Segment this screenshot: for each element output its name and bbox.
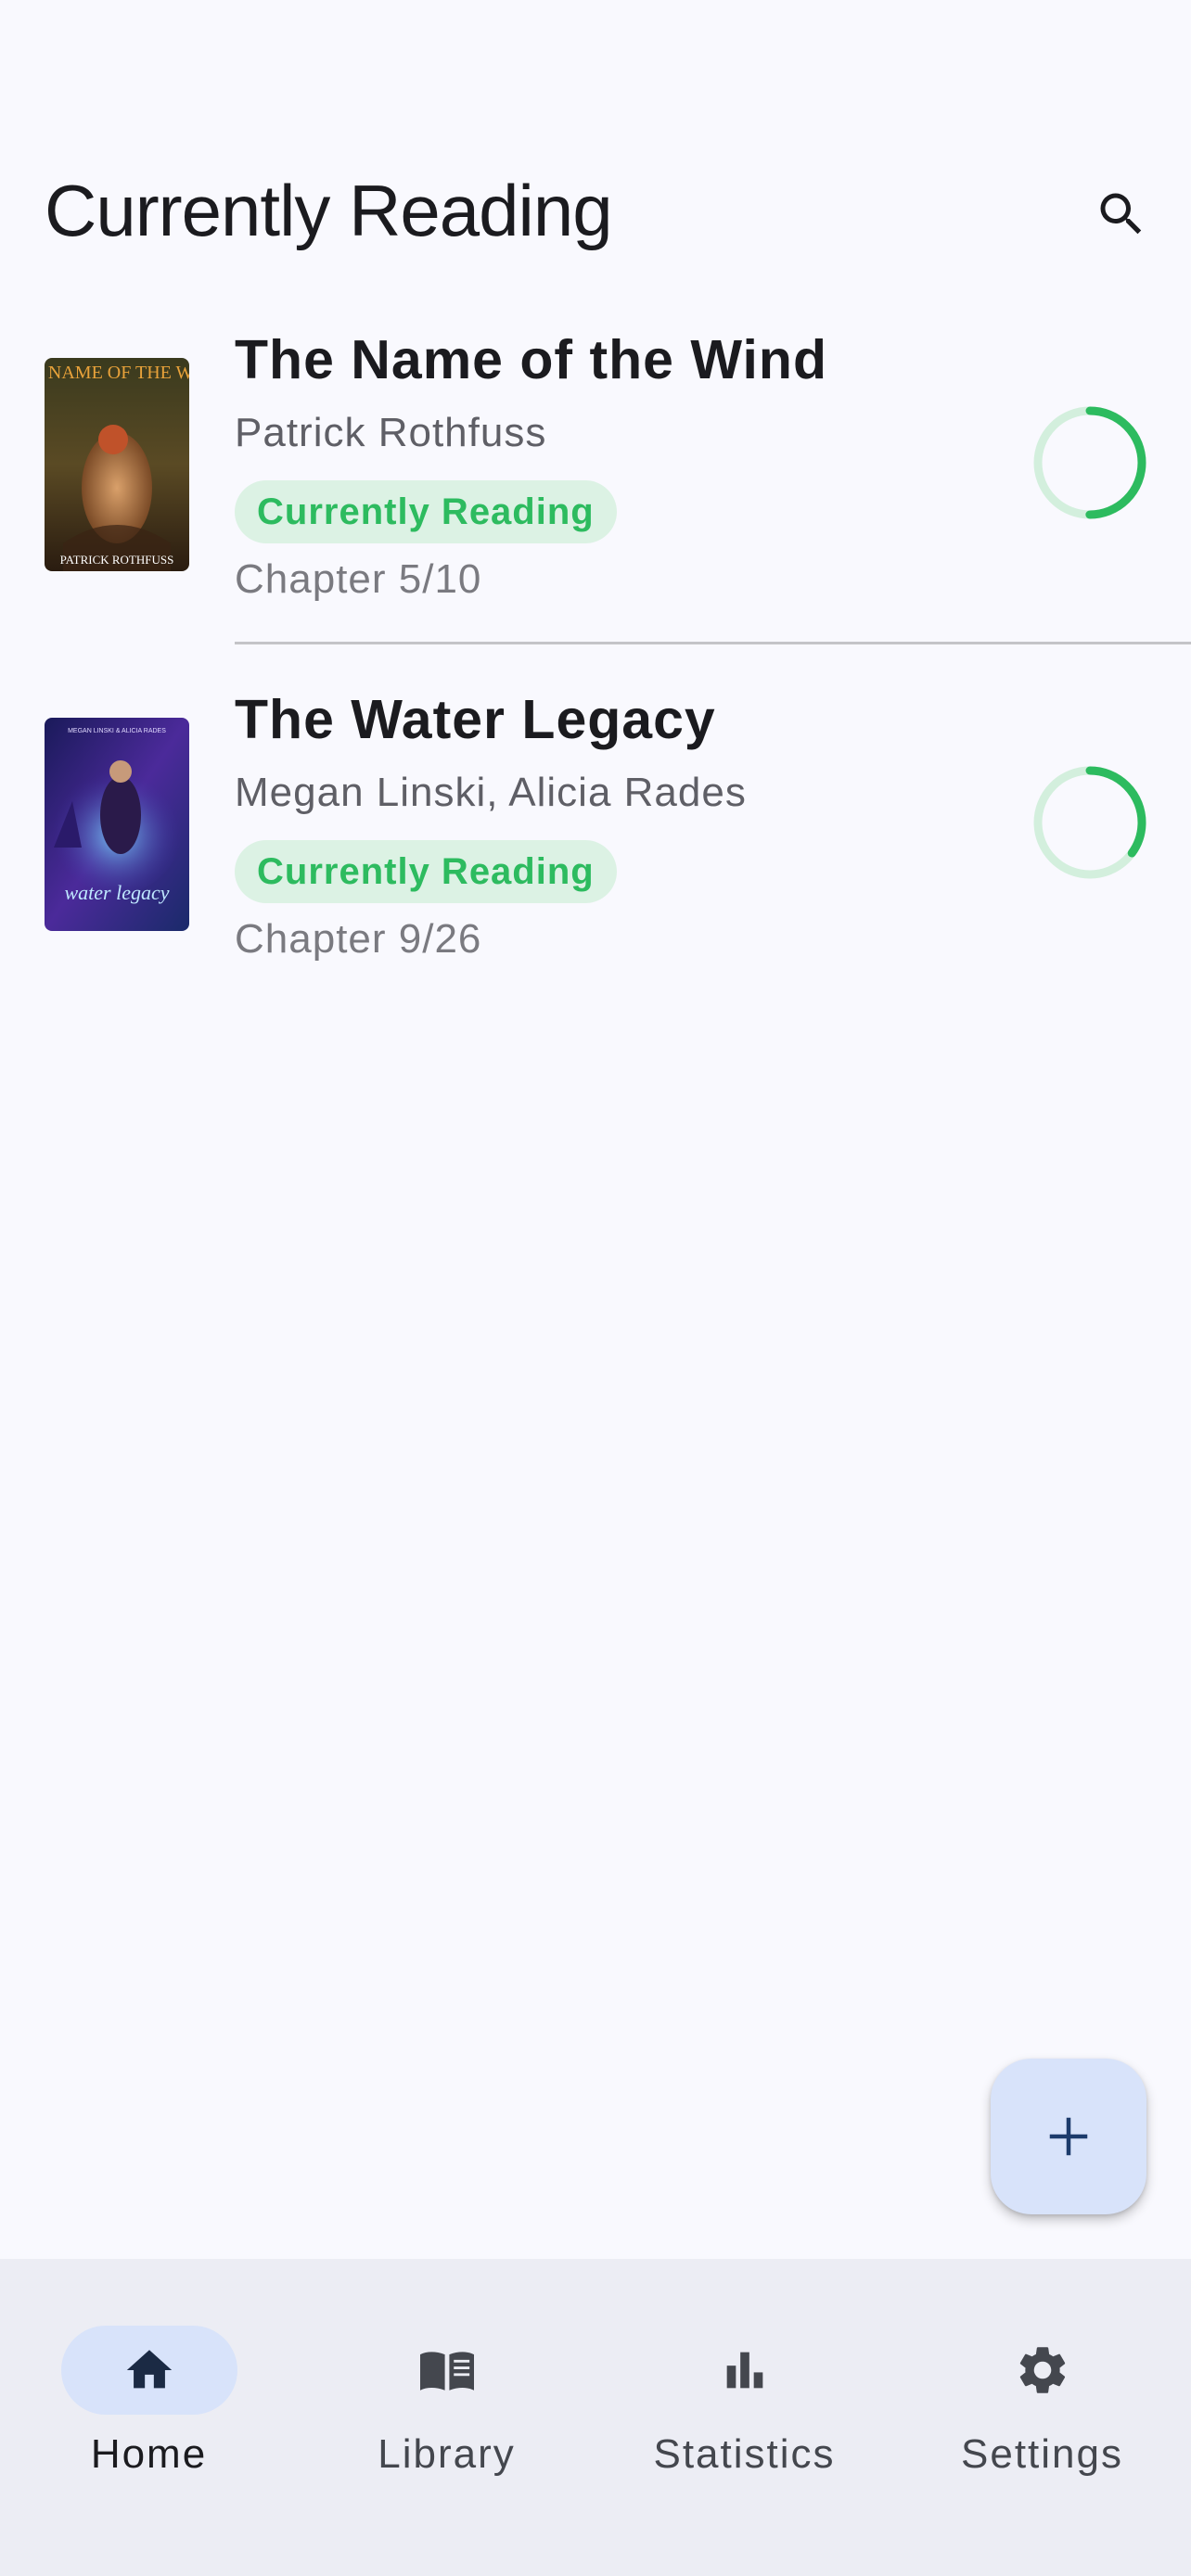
nav-item-home[interactable]: Home bbox=[0, 2292, 298, 2478]
cover-title-text: THE NAME OF THE WIND bbox=[45, 363, 189, 383]
home-icon bbox=[126, 2350, 172, 2389]
app-header: Currently Reading bbox=[0, 148, 1191, 269]
nav-label: Settings bbox=[961, 2431, 1123, 2477]
nav-active-indicator bbox=[60, 2326, 237, 2415]
nav-item-settings[interactable]: Settings bbox=[893, 2292, 1191, 2478]
library-icon bbox=[419, 2352, 474, 2391]
cover-author-text: MEGAN LINSKI & ALICIA RADES bbox=[68, 728, 166, 734]
nav-icon-container bbox=[954, 2326, 1131, 2415]
chapter-progress: Chapter 9/26 bbox=[235, 916, 482, 962]
page-title: Currently Reading bbox=[45, 170, 613, 251]
book-cover-image: THE NAME OF THE WIND PATRICK ROTHFUSS bbox=[45, 358, 189, 571]
status-badge: Currently Reading bbox=[235, 840, 617, 903]
add-book-button[interactable] bbox=[991, 2059, 1146, 2214]
nav-label: Statistics bbox=[653, 2431, 836, 2477]
plus-icon bbox=[1049, 2117, 1088, 2156]
list-divider bbox=[235, 642, 1191, 644]
search-button[interactable] bbox=[1082, 174, 1161, 254]
book-author: Megan Linski, Alicia Rades bbox=[235, 770, 747, 815]
settings-icon bbox=[1019, 2347, 1065, 2393]
nav-label: Library bbox=[378, 2431, 516, 2477]
progress-ring bbox=[1033, 766, 1146, 879]
book-title: The Water Legacy bbox=[235, 689, 716, 750]
status-badge: Currently Reading bbox=[235, 480, 617, 543]
nav-item-statistics[interactable]: Statistics bbox=[596, 2292, 893, 2478]
nav-icon-container bbox=[657, 2326, 833, 2415]
nav-item-library[interactable]: Library bbox=[298, 2292, 596, 2478]
book-list-item[interactable]: THE NAME OF THE WIND PATRICK ROTHFUSS Th… bbox=[0, 315, 1191, 668]
book-list-item[interactable]: MEGAN LINSKI & ALICIA RADES water legacy… bbox=[0, 675, 1191, 1027]
screen: Currently Reading NAME OF THE W PATRICK … bbox=[0, 0, 1191, 2576]
cover-title-text: water legacy bbox=[64, 881, 169, 904]
book-title: The Name of the Wind bbox=[235, 329, 827, 390]
nav-icon-container bbox=[359, 2326, 535, 2415]
progress-ring bbox=[1033, 406, 1146, 519]
cover-author-text: PATRICK ROTHFUSS bbox=[60, 553, 174, 567]
chapter-progress: Chapter 5/10 bbox=[235, 556, 482, 602]
book-cover-image: MEGAN LINSKI & ALICIA RADES water legacy bbox=[45, 718, 189, 931]
nav-label: Home bbox=[90, 2431, 208, 2477]
statistics-icon bbox=[726, 2352, 762, 2389]
search-icon bbox=[1100, 193, 1142, 235]
book-author: Patrick Rothfuss bbox=[235, 410, 547, 455]
bottom-navigation: Home Library Statistics Settings bbox=[0, 2259, 1191, 2576]
